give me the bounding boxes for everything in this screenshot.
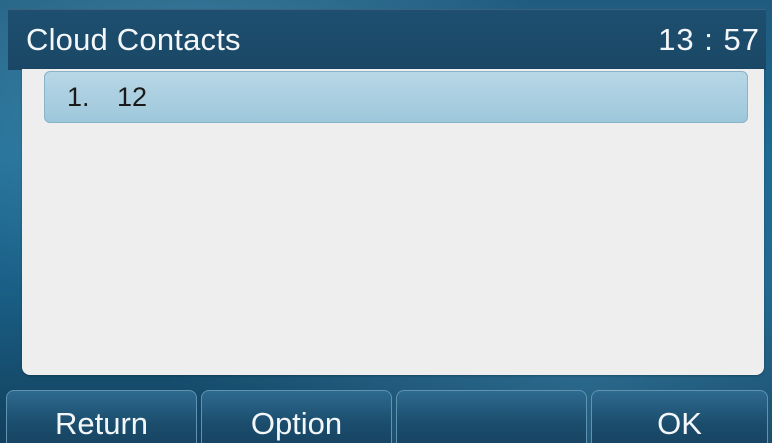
clock: 13 : 57 [658, 22, 760, 57]
empty-softkey-label [397, 391, 586, 399]
contact-list: 1. 12 [22, 69, 764, 375]
ok-button[interactable]: OK [591, 390, 768, 443]
list-item-name: 12 [117, 82, 148, 112]
title-bar: Cloud Contacts 13 : 57 [8, 9, 766, 70]
option-button[interactable]: Option [201, 390, 392, 443]
list-item[interactable]: 1. 12 [44, 71, 748, 123]
empty-softkey[interactable] [396, 390, 587, 443]
list-item-index: 1. [67, 82, 90, 112]
option-button-label: Option [250, 406, 343, 441]
softkey-bar: Return Option OK [0, 390, 772, 443]
return-button-label: Return [54, 406, 149, 441]
ok-button-label: OK [657, 406, 702, 441]
page-title: Cloud Contacts [26, 22, 241, 57]
return-button[interactable]: Return [6, 390, 197, 443]
phone-screen: Cloud Contacts 13 : 57 1. 12 Return Opti… [0, 0, 772, 443]
